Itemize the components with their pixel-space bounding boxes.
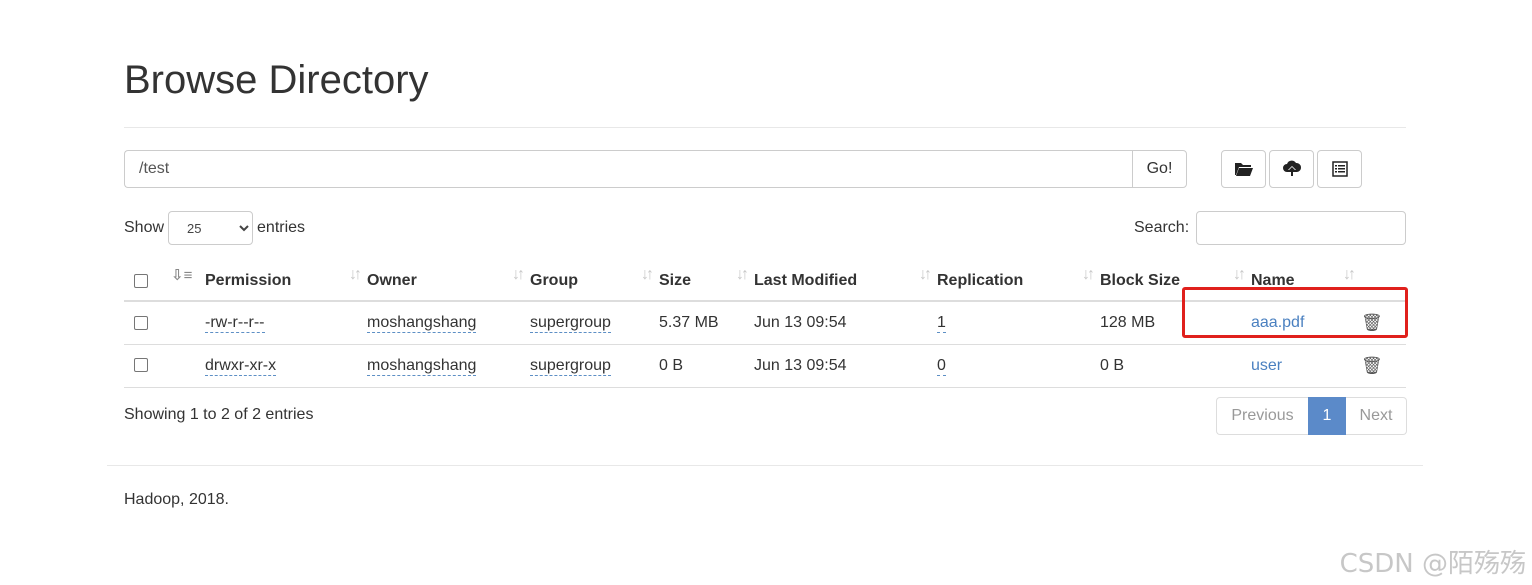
search-label: Search: [1134, 219, 1190, 236]
size-value: 5.37 MB [659, 301, 754, 345]
page-title: Browse Directory [124, 58, 429, 102]
column-permission[interactable]: Permission ↓↑ [205, 258, 367, 302]
sort-icon: ↓↑ [1082, 266, 1095, 283]
entries-label: entries [257, 219, 306, 236]
replication-value[interactable]: 1 [937, 313, 946, 333]
go-button[interactable]: Go! [1132, 150, 1187, 188]
replication-value[interactable]: 0 [937, 356, 946, 376]
table-info: Showing 1 to 2 of 2 entries [124, 406, 314, 423]
modified-value: Jun 13 09:54 [754, 344, 937, 388]
show-label: Show [124, 219, 165, 236]
footer-divider [107, 465, 1423, 466]
sort-icon: ↓↑ [1233, 266, 1246, 283]
modified-value: Jun 13 09:54 [754, 301, 937, 345]
sort-icon: ↓↑ [919, 266, 932, 283]
group-value[interactable]: supergroup [530, 356, 611, 376]
sort-icon: ↓↑ [512, 266, 525, 283]
column-group[interactable]: Group ↓↑ [530, 258, 659, 302]
cut-paste-button[interactable] [1317, 150, 1362, 188]
column-owner[interactable]: Owner ↓↑ [367, 258, 530, 302]
page-1-button[interactable]: 1 [1308, 397, 1346, 435]
entries-select[interactable]: 25 [168, 211, 254, 245]
footer-text: Hadoop, 2018. [124, 491, 229, 508]
permission-value[interactable]: -rw-r--r-- [205, 313, 265, 333]
owner-value[interactable]: moshangshang [367, 313, 477, 333]
sort-icon: ↓↑ [736, 266, 749, 283]
previous-page-button[interactable]: Previous [1216, 397, 1308, 435]
owner-value[interactable]: moshangshang [367, 356, 477, 376]
sort-icon: ↓↑ [641, 266, 654, 283]
trash-icon[interactable]: 🗑 [1361, 356, 1383, 375]
file-name-link[interactable]: user [1251, 357, 1282, 374]
sort-icon: ↓↑ [1343, 266, 1356, 283]
path-bar: Go! [124, 150, 1187, 188]
sort-icon: ↓↑ [349, 266, 362, 283]
entries-length-control: Show 25 entries [124, 211, 305, 245]
block-size-value: 0 B [1100, 344, 1251, 388]
row-checkbox[interactable] [134, 315, 148, 330]
cloud-upload-icon [1282, 160, 1301, 176]
path-input[interactable] [124, 150, 1132, 188]
list-alt-icon [1331, 161, 1348, 177]
group-value[interactable]: supergroup [530, 313, 611, 333]
folder-open-icon [1234, 163, 1253, 176]
column-last-modified[interactable]: Last Modified ↓↑ [754, 258, 937, 302]
next-page-button[interactable]: Next [1346, 397, 1407, 435]
table-row: drwxr-xr-x moshangshang supergroup 0 B J… [124, 344, 1406, 388]
create-directory-button[interactable] [1221, 150, 1266, 188]
size-value: 0 B [659, 344, 754, 388]
highlight-annotation [1182, 287, 1408, 338]
row-checkbox[interactable] [134, 358, 148, 373]
type-sort-header[interactable]: ⇩≡ [168, 258, 205, 302]
watermark: CSDN @陌殇殇 [1339, 549, 1526, 579]
select-all-checkbox[interactable] [134, 273, 148, 288]
column-size[interactable]: Size ↓↑ [659, 258, 754, 302]
upload-files-button[interactable] [1269, 150, 1314, 188]
select-all-header [124, 258, 168, 302]
pagination: Previous 1 Next [1216, 397, 1407, 435]
search-input[interactable] [1196, 211, 1407, 245]
permission-value[interactable]: drwxr-xr-x [205, 356, 277, 376]
search-control: Search: [1134, 211, 1407, 245]
column-replication[interactable]: Replication ↓↑ [937, 258, 1100, 302]
sort-ascending-icon: ⇩≡ [171, 267, 193, 284]
title-divider [124, 127, 1406, 128]
